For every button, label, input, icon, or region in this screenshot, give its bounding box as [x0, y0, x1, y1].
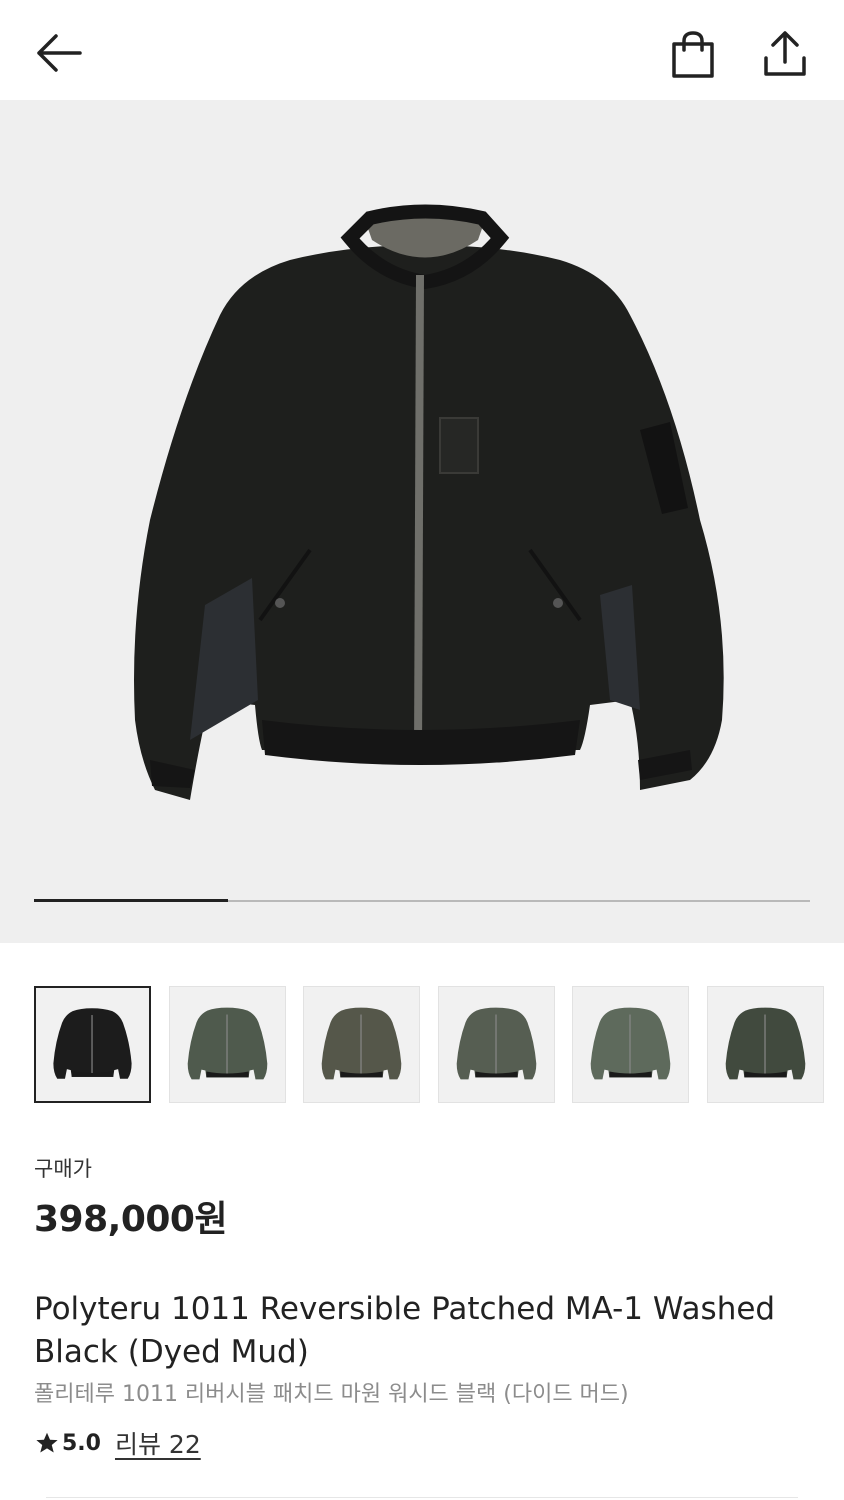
thumbnail-1[interactable]	[34, 986, 151, 1103]
review-count-link[interactable]: 리뷰 22	[115, 1425, 201, 1461]
thumbnail-jacket-image	[53, 1008, 132, 1079]
price-value: 398,000원	[34, 1199, 228, 1240]
thumbnail-3[interactable]	[303, 986, 420, 1103]
thumbnail-5[interactable]	[572, 986, 689, 1103]
product-name-korean: 폴리테루 1011 리버시블 패치드 마원 워시드 블랙 (다이드 머드)	[34, 1382, 629, 1407]
top-bar	[0, 0, 844, 100]
carousel-progress-indicator	[34, 899, 228, 902]
back-button[interactable]	[30, 28, 86, 78]
arrow-left-icon	[37, 34, 82, 72]
thumbnail-jacket-image	[590, 1007, 671, 1080]
thumbnail-strip	[34, 986, 844, 1104]
share-button[interactable]	[758, 28, 812, 80]
shopping-bag-icon	[672, 31, 714, 78]
share-upload-icon	[764, 31, 806, 76]
thumbnail-jacket-image	[187, 1007, 268, 1080]
product-photo	[134, 204, 724, 800]
thumbnail-2[interactable]	[169, 986, 286, 1103]
carousel-progress-track	[34, 899, 810, 902]
thumbnail-jacket-image	[456, 1007, 537, 1080]
thumbnail-jacket-image	[725, 1007, 806, 1080]
cart-button[interactable]	[666, 30, 720, 80]
rating-value: 5.0	[62, 1430, 101, 1456]
rating-row: 5.0 리뷰 22	[34, 1426, 201, 1460]
price-label: 구매가	[34, 1157, 92, 1181]
thumbnail-6[interactable]	[707, 986, 824, 1103]
product-image-carousel[interactable]	[0, 100, 844, 943]
thumbnail-4[interactable]	[438, 986, 555, 1103]
section-divider	[46, 1497, 798, 1498]
star-icon	[36, 1432, 58, 1453]
thumbnail-jacket-image	[321, 1007, 402, 1080]
product-name-english: Polyteru 1011 Reversible Patched MA-1 Wa…	[34, 1291, 776, 1370]
